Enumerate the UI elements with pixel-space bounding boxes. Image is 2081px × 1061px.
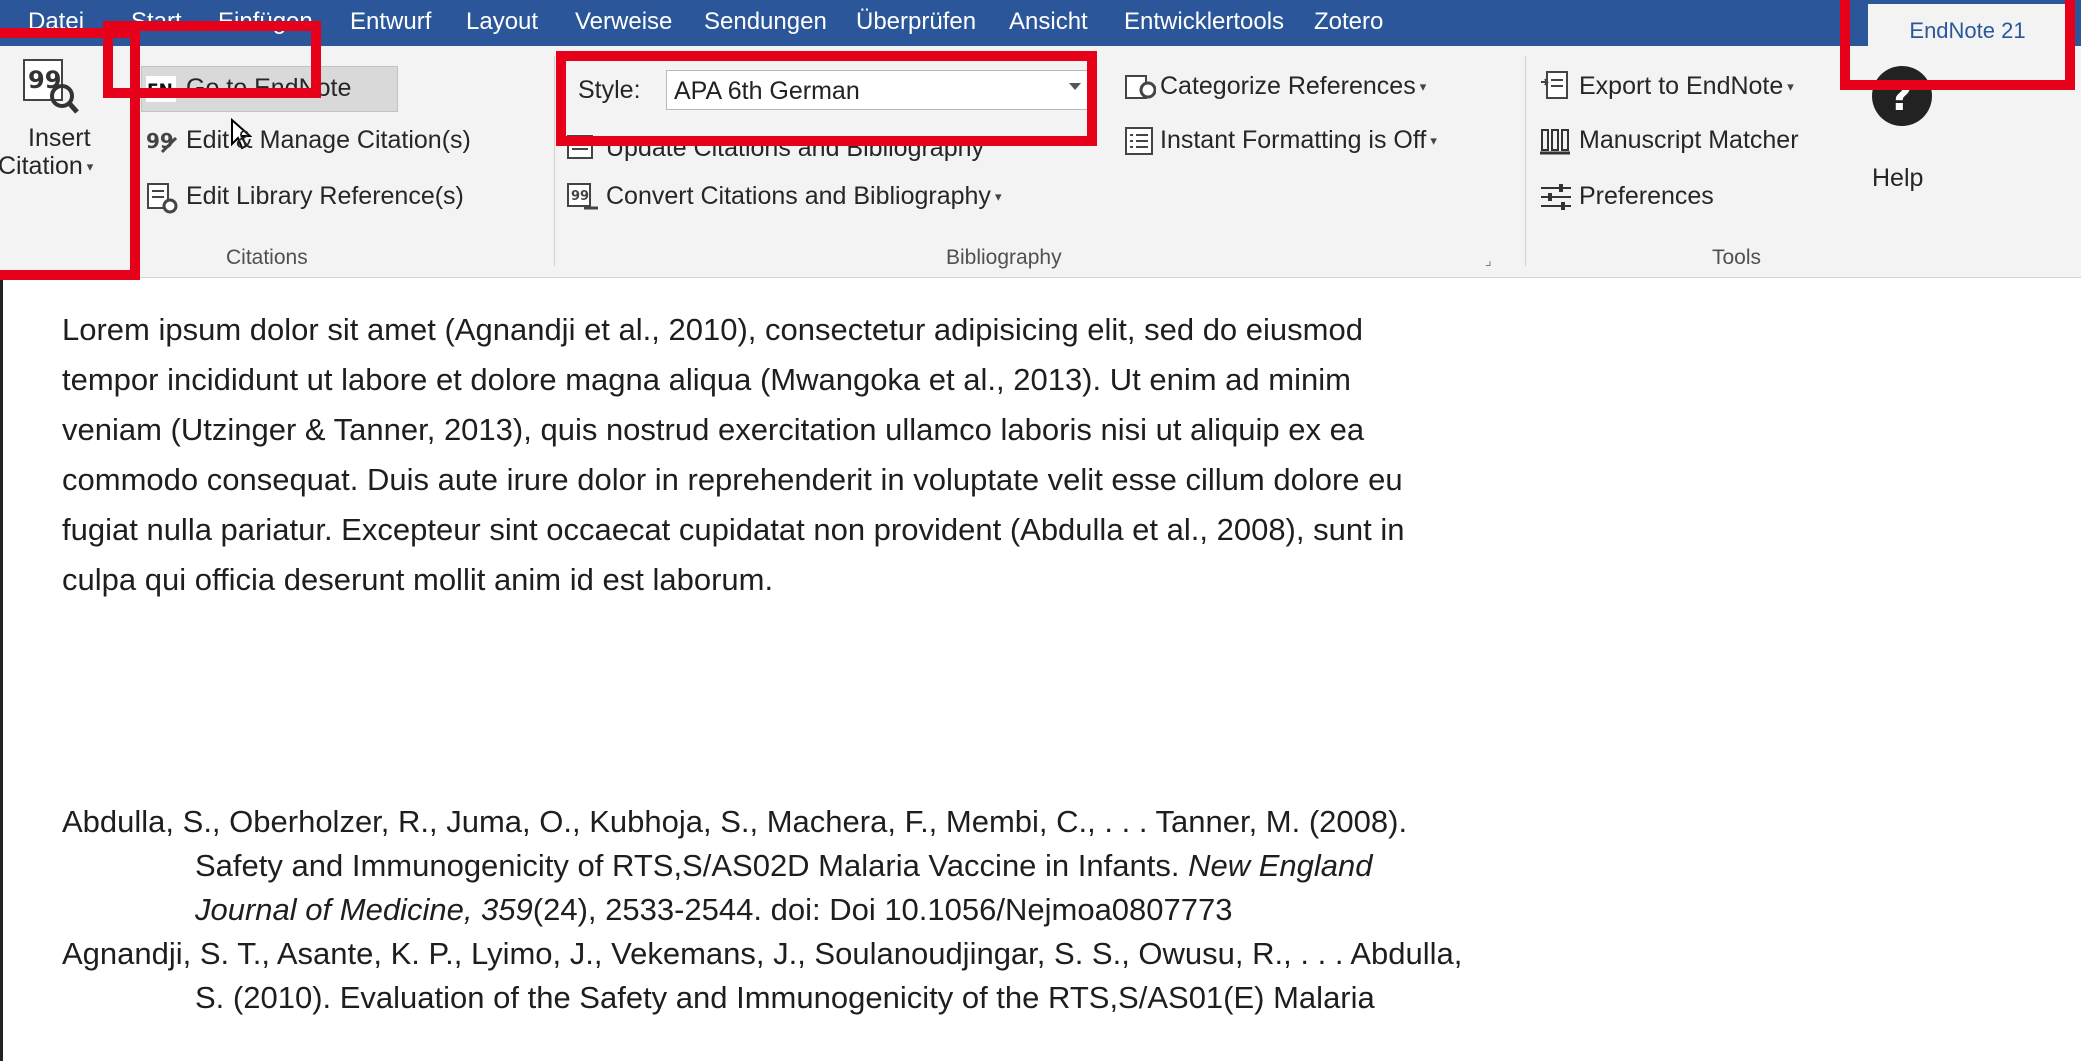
- style-value: APA 6th German: [674, 77, 860, 105]
- group-divider: [554, 56, 555, 266]
- tab-einfuegen[interactable]: Einfügen: [218, 8, 313, 36]
- svg-text:EN: EN: [147, 81, 173, 101]
- bibliography-dialog-launcher-icon[interactable]: ⌟: [1485, 252, 1492, 269]
- insert-citation-label-1: Insert: [28, 124, 91, 152]
- paragraph-line: veniam (Utzinger & Tanner, 2013), quis n…: [62, 412, 1365, 447]
- edit-library-reference-button[interactable]: Edit Library Reference(s): [142, 176, 542, 216]
- update-citations-button[interactable]: Update Citations and Bibliography: [562, 130, 1082, 170]
- tab-datei[interactable]: Datei: [28, 8, 84, 36]
- help-question-icon: ?: [1872, 66, 1932, 126]
- edit-library-icon: [147, 183, 178, 214]
- ribbon-tab-bar: Datei Start Einfügen Entwurf Layout Verw…: [0, 0, 2081, 50]
- help-label: Help: [1872, 164, 1924, 192]
- endnote-en-icon: EN: [146, 76, 176, 102]
- reference-entry: Agnandji, S. T., Asante, K. P., Lyimo, J…: [62, 932, 2012, 1020]
- endnote-ribbon: 99 Insert Citation ▾ EN Go to EndNote 99 …: [0, 46, 2081, 278]
- export-to-endnote-icon: [1541, 71, 1568, 99]
- paragraph-line: commodo consequat. Duis aute irure dolor…: [62, 462, 1403, 497]
- update-citations-label: Update Citations and Bibliography: [606, 134, 985, 162]
- edit-manage-citations-label: Edit & Manage Citation(s): [186, 126, 471, 154]
- reference-line: Journal of Medicine, 359(24), 2533-2544.…: [195, 892, 1233, 927]
- instant-formatting-button[interactable]: Instant Formatting is Off ▾: [1120, 120, 1510, 160]
- instant-formatting-label: Instant Formatting is Off ▾: [1160, 126, 1437, 154]
- insert-citation-button[interactable]: 99 Insert Citation ▾: [0, 46, 98, 226]
- go-to-endnote-button[interactable]: EN Go to EndNote: [142, 66, 397, 112]
- manuscript-matcher-button[interactable]: Manuscript Matcher: [1535, 120, 1855, 160]
- export-to-endnote-label: Export to EndNote ▾: [1579, 72, 1794, 100]
- instant-formatting-icon: [1125, 127, 1153, 155]
- tab-sendungen[interactable]: Sendungen: [704, 8, 827, 36]
- tab-zotero[interactable]: Zotero: [1314, 8, 1383, 36]
- categorize-references-button[interactable]: Categorize References ▾: [1120, 66, 1500, 106]
- edit-citation-icon: 99: [146, 129, 178, 154]
- go-to-endnote-label: Go to EndNote: [186, 74, 352, 102]
- tab-ueberpruefen[interactable]: Überprüfen: [856, 8, 976, 36]
- tools-group-label: Tools: [1712, 246, 1762, 269]
- help-button[interactable]: ? Help: [1858, 60, 1948, 210]
- group-divider: [1525, 56, 1526, 266]
- convert-citations-label: Convert Citations and Bibliography ▾: [606, 182, 1002, 210]
- tab-endnote[interactable]: EndNote 21: [1868, 4, 2067, 50]
- style-label: Style:: [578, 76, 641, 104]
- categorize-references-icon: [1125, 75, 1156, 99]
- style-dropdown-arrow-icon[interactable]: [1069, 83, 1081, 90]
- style-dropdown[interactable]: APA 6th German: [666, 70, 1090, 110]
- insert-citation-label-2: Citation ▾: [0, 152, 94, 180]
- paragraph-line: tempor incididunt ut labore et dolore ma…: [62, 362, 1351, 397]
- svg-text:?: ?: [1889, 74, 1912, 120]
- reference-line: Abdulla, S., Oberholzer, R., Juma, O., K…: [62, 804, 1408, 839]
- tab-verweise[interactable]: Verweise: [575, 8, 672, 36]
- reference-line: S. (2010). Evaluation of the Safety and …: [195, 980, 1375, 1015]
- paragraph-line: Lorem ipsum dolor sit amet (Agnandji et …: [62, 312, 1363, 347]
- svg-text:99: 99: [146, 129, 174, 153]
- reference-line: Agnandji, S. T., Asante, K. P., Lyimo, J…: [62, 936, 1463, 971]
- tab-start[interactable]: Start: [131, 8, 182, 36]
- convert-citations-button[interactable]: 99 Convert Citations and Bibliography ▾: [562, 176, 1122, 216]
- preferences-label: Preferences: [1579, 182, 1714, 210]
- citations-group-label: Citations: [226, 246, 308, 269]
- bibliography-list[interactable]: Abdulla, S., Oberholzer, R., Juma, O., K…: [62, 800, 2012, 1020]
- paragraph-line: fugiat nulla pariatur. Excepteur sint oc…: [62, 512, 1405, 547]
- categorize-references-label: Categorize References ▾: [1160, 72, 1427, 100]
- insert-citation-icon: 99: [23, 59, 79, 114]
- export-to-endnote-button[interactable]: Export to EndNote ▾: [1535, 66, 1855, 106]
- svg-text:99: 99: [571, 189, 589, 204]
- body-paragraph[interactable]: Lorem ipsum dolor sit amet (Agnandji et …: [62, 305, 1762, 605]
- tab-layout[interactable]: Layout: [466, 8, 538, 36]
- preferences-sliders-icon: [1541, 184, 1571, 210]
- convert-citations-icon: 99: [567, 183, 598, 210]
- manuscript-matcher-icon: [1540, 129, 1570, 155]
- update-citations-icon: [567, 135, 593, 159]
- edit-library-reference-label: Edit Library Reference(s): [186, 182, 464, 210]
- tab-entwicklertools[interactable]: Entwicklertools: [1124, 8, 1284, 36]
- preferences-button[interactable]: Preferences: [1535, 176, 1855, 216]
- edit-manage-citations-button[interactable]: 99 Edit & Manage Citation(s): [142, 120, 542, 160]
- bibliography-group-label: Bibliography: [946, 246, 1062, 269]
- manuscript-matcher-label: Manuscript Matcher: [1579, 126, 1799, 154]
- reference-line: Safety and Immunogenicity of RTS,S/AS02D…: [195, 848, 1373, 883]
- reference-entry: Abdulla, S., Oberholzer, R., Juma, O., K…: [62, 800, 2012, 932]
- tab-entwurf[interactable]: Entwurf: [350, 8, 431, 36]
- paragraph-line: culpa qui officia deserunt mollit anim i…: [62, 562, 774, 597]
- tab-ansicht[interactable]: Ansicht: [1009, 8, 1088, 36]
- page-edge: [0, 280, 3, 1061]
